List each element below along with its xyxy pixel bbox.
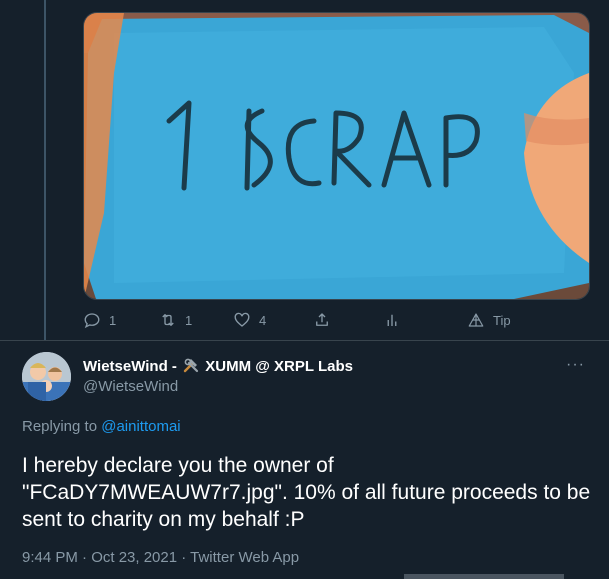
heart-icon [234, 312, 250, 327]
like-button[interactable]: 4 [233, 311, 266, 329]
tip-button[interactable]: Tip [467, 311, 511, 329]
tweet-author: WietseWind - XUMM @ XRPL Labs @WietseWin… [22, 352, 353, 401]
analytics-button[interactable] [383, 311, 401, 329]
display-name-suffix: XUMM @ XRPL Labs [205, 357, 353, 375]
tweet-timestamp[interactable]: 9:44 PM · Oct 23, 2021 · Twitter Web App [22, 549, 299, 566]
reply-button[interactable]: 1 [83, 311, 116, 329]
replying-to: Replying to @ainittomai [22, 418, 181, 435]
tweet-action-bar: 1 1 4 Tip [83, 306, 588, 334]
tweet-divider [0, 340, 609, 341]
reply-icon [84, 313, 100, 329]
retweet-count: 1 [185, 312, 193, 328]
display-name[interactable]: WietseWind - XUMM @ XRPL Labs [83, 357, 353, 377]
display-name-text: WietseWind - [83, 357, 177, 375]
share-button[interactable] [313, 311, 331, 329]
more-options-icon[interactable]: ··· [566, 356, 585, 374]
avatar-photo [22, 352, 71, 401]
replying-prefix: Replying to [22, 418, 98, 435]
tip-label: Tip [493, 312, 511, 328]
like-count: 4 [259, 312, 267, 328]
horizontal-scrollbar[interactable] [404, 574, 564, 579]
hammer-wrench-icon [183, 358, 199, 372]
analytics-icon [387, 314, 397, 326]
tweet-text: I hereby declare you the owner of "FCaDY… [22, 454, 591, 531]
photo-paper-note [84, 13, 589, 299]
share-icon [316, 313, 328, 326]
replying-to-link[interactable]: @ainittomai [101, 418, 180, 435]
user-handle[interactable]: @WietseWind [83, 377, 353, 397]
reply-count: 1 [109, 312, 117, 328]
tweet-media-image[interactable] [83, 12, 590, 300]
retweet-button[interactable]: 1 [159, 311, 192, 329]
retweet-icon [162, 314, 174, 326]
avatar[interactable] [22, 352, 71, 401]
thread-connector-line [44, 0, 46, 340]
tip-icon [468, 313, 484, 327]
